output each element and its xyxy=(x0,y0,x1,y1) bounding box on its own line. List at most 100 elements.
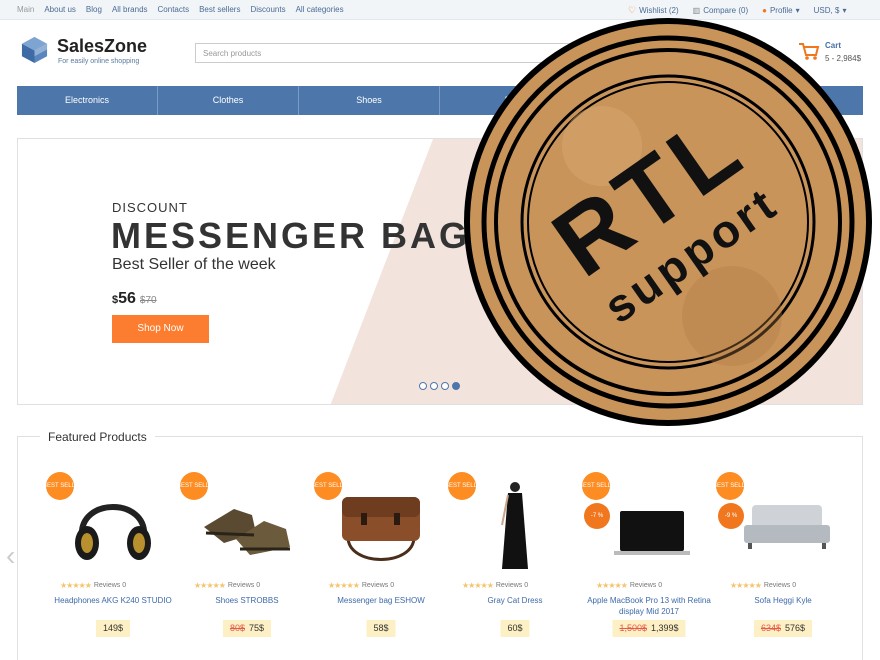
price-box: 58$ xyxy=(366,620,396,637)
old-price: 80$ xyxy=(229,623,245,633)
price-box: 80$ 75$ xyxy=(222,620,272,637)
top-account: ♡ Wishlist (2) ▥ Compare (0) ● Profile ▾… xyxy=(628,5,846,16)
best-seller-badge: BEST SELLER xyxy=(716,472,744,500)
top-link-bestsellers[interactable]: Best sellers xyxy=(199,5,240,14)
price-box: 634$ 576$ xyxy=(753,620,813,637)
cube-logo-icon xyxy=(21,36,48,64)
slider-dot[interactable] xyxy=(441,382,449,390)
chevron-down-icon: ▾ xyxy=(842,6,847,15)
price-box: 60$ xyxy=(500,620,530,637)
dress-image xyxy=(462,477,568,569)
product-card[interactable]: BEST SELLER ★★★★★Reviews 0 Messenger bag… xyxy=(314,472,448,642)
stars-icon: ★★★★★ xyxy=(730,581,762,590)
bar-chart-icon: ▥ xyxy=(692,6,701,15)
product-name[interactable]: Sofa Heggi Kyle xyxy=(716,595,850,606)
product-name[interactable]: Messenger bag ESHOW xyxy=(314,595,448,606)
hero-price: $56 $70 xyxy=(112,290,157,308)
best-seller-badge: BEST SELLER xyxy=(46,472,74,500)
slider-dots xyxy=(419,382,460,390)
top-link-blog[interactable]: Blog xyxy=(86,5,102,14)
product-card[interactable]: BEST SELLER ★★★★★Reviews 0 Gray Cat Dres… xyxy=(448,472,582,642)
product-card[interactable]: BEST SELLER ★★★★★Reviews 0 Headphones AK… xyxy=(46,472,180,642)
hero-price-value: 56 xyxy=(118,290,136,307)
product-name[interactable]: Gray Cat Dress xyxy=(448,595,582,606)
top-link-contacts[interactable]: Contacts xyxy=(158,5,190,14)
reviews-count: Reviews 0 xyxy=(495,582,529,589)
wishlist-label: Wishlist (2) xyxy=(639,6,679,15)
best-seller-badge: BEST SELLER xyxy=(448,472,476,500)
currency-label: USD, $ xyxy=(813,6,840,15)
best-seller-badge: BEST SELLER xyxy=(314,472,342,500)
discount-badge: -7 % xyxy=(584,503,610,529)
top-link-brands[interactable]: All brands xyxy=(112,5,148,14)
best-seller-badge: BEST SELLER xyxy=(582,472,610,500)
best-seller-badge: BEST SELLER xyxy=(180,472,208,500)
rating: ★★★★★ Reviews 0 xyxy=(194,581,260,590)
currency-dropdown[interactable]: USD, $ ▾ xyxy=(814,5,847,16)
discount-badge: -9 % xyxy=(718,503,744,529)
hero-subtitle: Best Seller of the week xyxy=(112,256,276,273)
heart-icon: ♡ xyxy=(628,5,637,15)
product-card[interactable]: BEST SELLER -7 % ★★★★★Reviews 0 Apple Ma… xyxy=(582,472,716,642)
nav-clothes[interactable]: Clothes xyxy=(158,86,299,115)
user-icon: ● xyxy=(762,6,767,15)
compare-link[interactable]: ▥ Compare (0) xyxy=(693,5,748,16)
rating: ★★★★★ Reviews 0 xyxy=(730,581,796,590)
shop-now-button[interactable]: Shop Now xyxy=(112,315,209,343)
slider-dot-active[interactable] xyxy=(452,382,460,390)
profile-label: Profile xyxy=(769,6,793,15)
stars-icon: ★★★★★ xyxy=(596,581,628,590)
logo-name: SalesZone xyxy=(57,36,148,56)
product-name[interactable]: Apple MacBook Pro 13 with Retina display… xyxy=(582,595,716,617)
slider-dot[interactable] xyxy=(430,382,438,390)
profile-dropdown[interactable]: ● Profile ▾ xyxy=(762,5,800,16)
rating: ★★★★★ Reviews 0 xyxy=(462,581,528,590)
reviews-count: Reviews 0 xyxy=(763,582,797,589)
featured-heading: Featured Products xyxy=(40,430,155,444)
price-box: 149$ xyxy=(95,620,131,637)
price: 576$ xyxy=(785,623,806,633)
price: 1,399$ xyxy=(651,623,679,633)
reviews-count: Reviews 0 xyxy=(93,582,127,589)
top-link-categories[interactable]: All categories xyxy=(296,5,344,14)
product-name[interactable]: Shoes STROBBS xyxy=(180,595,314,606)
product-card[interactable]: BEST SELLER ★★★★★Reviews 0 Shoes STROBBS… xyxy=(180,472,314,642)
logo-tagline: For easily online shopping xyxy=(58,58,140,65)
top-link-discounts[interactable]: Discounts xyxy=(250,5,285,14)
old-price: 634$ xyxy=(760,623,781,633)
carousel-prev-arrow[interactable]: ‹ xyxy=(6,540,15,572)
sofa-image xyxy=(730,477,836,569)
product-name[interactable]: Headphones AKG K240 STUDIO xyxy=(46,595,180,606)
nav-shoes[interactable]: Shoes xyxy=(299,86,440,115)
hero-discount-label: DISCOUNT xyxy=(112,200,188,215)
top-link-about[interactable]: About us xyxy=(44,5,76,14)
wishlist-link[interactable]: ♡ Wishlist (2) xyxy=(628,5,679,16)
logo[interactable]: SalesZone For easily online shopping xyxy=(20,35,147,65)
nav-electronics[interactable]: Electronics xyxy=(17,86,158,115)
compare-label: Compare (0) xyxy=(703,6,749,15)
price: 75$ xyxy=(249,623,265,633)
shoes-image xyxy=(194,477,300,569)
old-price: 1,500$ xyxy=(619,623,647,633)
price-box: 1,500$ 1,399$ xyxy=(612,620,686,637)
rating: ★★★★★ Reviews 0 xyxy=(596,581,662,590)
stars-icon: ★★★★★ xyxy=(60,581,92,590)
laptop-image xyxy=(596,477,702,569)
reviews-count: Reviews 0 xyxy=(227,582,261,589)
price: 60$ xyxy=(507,623,523,633)
reviews-count: Reviews 0 xyxy=(361,582,395,589)
stars-icon: ★★★★★ xyxy=(194,581,226,590)
messenger-bag-image xyxy=(328,477,434,569)
slider-dot[interactable] xyxy=(419,382,427,390)
rating: ★★★★★ Reviews 0 xyxy=(60,581,126,590)
hero-old-price: $70 xyxy=(139,295,157,306)
product-card[interactable]: BEST SELLER -9 % ★★★★★Reviews 0 Sofa Heg… xyxy=(716,472,850,642)
top-links: Main About us Blog All brands Contacts B… xyxy=(17,5,344,14)
reviews-count: Reviews 0 xyxy=(629,582,663,589)
rating: ★★★★★ Reviews 0 xyxy=(328,581,394,590)
stars-icon: ★★★★★ xyxy=(328,581,360,590)
top-link-main[interactable]: Main xyxy=(17,5,34,14)
stars-icon: ★★★★★ xyxy=(462,581,494,590)
headphones-image xyxy=(60,477,166,569)
rtl-support-stamp: RTL support xyxy=(464,18,872,426)
